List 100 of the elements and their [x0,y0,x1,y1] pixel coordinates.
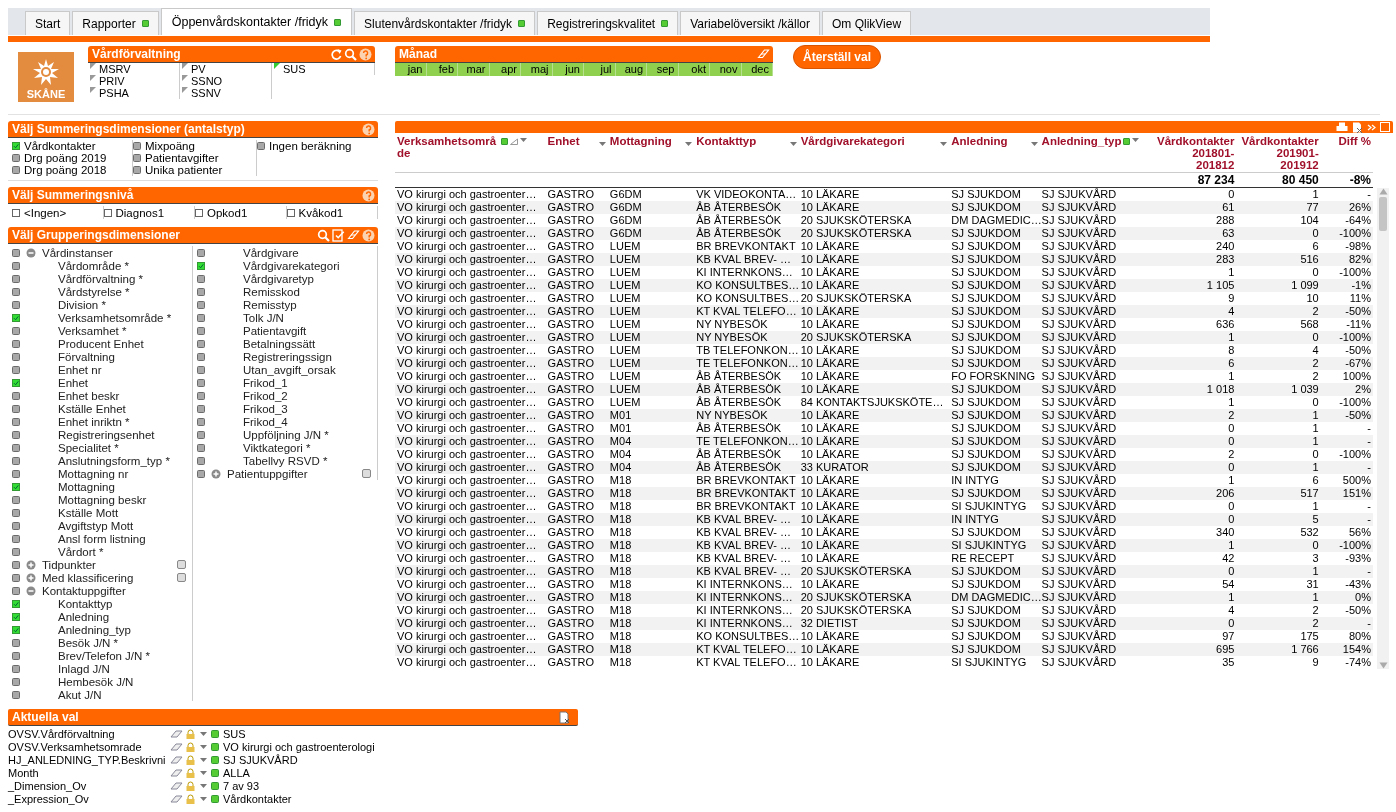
dimension-option[interactable]: Enhet inriktn * [8,415,193,428]
dimension-option[interactable]: Tolk J/N [193,311,378,324]
dimension-option[interactable]: Producent Enhet [8,337,193,350]
help-icon[interactable] [362,228,375,242]
dropdown-caret-icon[interactable] [200,783,207,788]
dimension-option[interactable]: Remisstyp [193,298,378,311]
dimension-option[interactable]: Kontakttyp [8,597,193,610]
scroll-down-icon[interactable] [1378,662,1388,669]
dimension-group[interactable]: Patientuppgifter [193,467,378,480]
scrollbar-track[interactable] [1377,188,1389,669]
month-cell[interactable]: nov [710,63,742,76]
dimension-option[interactable]: Brev/Telefon J/N * [8,649,193,662]
dimension-option[interactable]: Registreringssign [193,350,378,363]
dimension-option[interactable]: Uppföljning J/N * [193,428,378,441]
month-cell[interactable]: maj [521,63,553,76]
search-icon[interactable] [344,47,357,61]
list-item[interactable]: SUS [272,63,375,75]
dimension-option[interactable]: Vårdgivare [193,246,378,259]
dropdown-caret-icon[interactable] [200,731,207,736]
checklist-icon[interactable] [332,228,345,242]
tab[interactable]: Variabelöversikt /källor [680,11,820,35]
month-cell[interactable]: dec [741,63,773,76]
help-icon[interactable] [359,47,372,61]
eraser-icon[interactable] [170,780,183,791]
clear-selection-icon[interactable] [558,710,570,724]
dimension-group[interactable]: Tidpunkter [8,558,193,571]
expand-icon[interactable] [26,572,36,583]
dropdown-caret-icon[interactable] [520,138,527,142]
dimension-option[interactable]: Anslutningsform_typ * [8,454,193,467]
dimension-option[interactable]: Frikod_2 [193,389,378,402]
column-header[interactable]: Enhet [545,133,608,173]
dimension-option[interactable]: Hembesök J/N [8,675,193,688]
field-box-icon[interactable] [177,560,186,569]
level-checkbox[interactable]: Opkod1 [195,206,287,219]
column-header[interactable]: Kontakttyp [694,133,799,173]
dimension-option[interactable]: Mottagning nr [8,467,193,480]
dimension-option[interactable]: Frikod_3 [193,402,378,415]
eraser-icon[interactable] [170,728,183,739]
lock-icon[interactable] [186,728,195,739]
dimension-option[interactable]: Anledning [8,610,193,623]
dimension-option[interactable]: Drg poäng 2018 [12,164,133,176]
sort-icon[interactable] [510,138,518,145]
dimension-option[interactable]: Unika patienter [133,164,257,176]
tab[interactable]: Rapporter [72,11,159,35]
dropdown-caret-icon[interactable] [1030,142,1038,146]
column-header[interactable]: Mottagning [607,133,695,173]
collapse-icon[interactable] [26,247,36,258]
eraser-icon[interactable] [170,754,183,765]
dropdown-caret-icon[interactable] [200,770,207,775]
dimension-option[interactable]: Utan_avgift_orsak [193,363,378,376]
dimension-option[interactable]: Akut J/N [8,688,193,701]
lock-icon[interactable] [186,793,195,804]
dimension-option[interactable]: Verksamhetsområde * [8,311,193,324]
dimension-option[interactable]: Remisskod [193,285,378,298]
tab[interactable]: Registreringskvalitet [537,11,679,35]
expand-icon[interactable] [211,468,221,479]
dimension-option[interactable]: Vårdort * [8,545,193,558]
dropdown-caret-icon[interactable] [598,142,606,146]
dimension-option[interactable]: Vårdstyrelse * [8,285,193,298]
dropdown-caret-icon[interactable] [685,142,693,146]
dimension-option[interactable]: Kställe Mott [8,506,193,519]
month-cell[interactable]: jun [552,63,584,76]
tab[interactable]: Slutenvårdskontakter /fridyk [354,11,536,35]
collapse-icon[interactable] [26,585,36,596]
month-cell[interactable]: feb [426,63,458,76]
dimension-group[interactable]: Kontaktuppgifter [8,584,193,597]
dropdown-caret-icon[interactable] [789,142,797,146]
help-icon[interactable] [362,188,375,202]
eraser-icon[interactable] [347,229,360,241]
dropdown-caret-icon[interactable] [200,744,207,749]
eraser-icon[interactable] [757,48,770,60]
dropdown-caret-icon[interactable] [200,796,207,801]
export-icon[interactable] [1352,121,1363,133]
expand-icon[interactable] [26,559,36,570]
level-checkbox[interactable]: Kvåkod1 [286,206,378,219]
column-header[interactable]: Vårdkontakter 201901-201912 [1236,133,1321,173]
tab[interactable]: Öppenvårdskontakter /fridyk [160,8,353,35]
dimension-option[interactable]: Enhet [8,376,193,389]
dimension-option[interactable]: Division * [8,298,193,311]
dimension-option[interactable]: Besök J/N * [8,636,193,649]
lock-icon[interactable] [186,754,195,765]
lock-icon[interactable] [186,780,195,791]
scroll-thumb[interactable] [1379,197,1387,231]
dimension-option[interactable]: Drg poäng 2019 [12,152,133,164]
dimension-option[interactable]: Vårdgivarekategori [193,259,378,272]
dropdown-caret-icon[interactable] [940,142,948,146]
dimension-option[interactable]: Ansl form listning [8,532,193,545]
eraser-icon[interactable] [170,767,183,778]
column-header[interactable]: Diff % [1320,133,1373,173]
month-cell[interactable]: jul [584,63,616,76]
dimension-option[interactable]: Inlagd J/N [8,662,193,675]
column-header[interactable]: Verksamhetsområde [395,133,546,173]
dimension-option[interactable]: Specialitet * [8,441,193,454]
dropdown-caret-icon[interactable] [200,757,207,762]
dimension-option[interactable]: Patientavgifter [133,152,257,164]
eraser-icon[interactable] [170,793,183,804]
search-icon[interactable] [317,228,330,242]
dimension-option[interactable]: Ingen beräkning [257,140,378,152]
column-header[interactable]: Anledning [949,133,1040,173]
dimension-option[interactable]: Frikod_1 [193,376,378,389]
